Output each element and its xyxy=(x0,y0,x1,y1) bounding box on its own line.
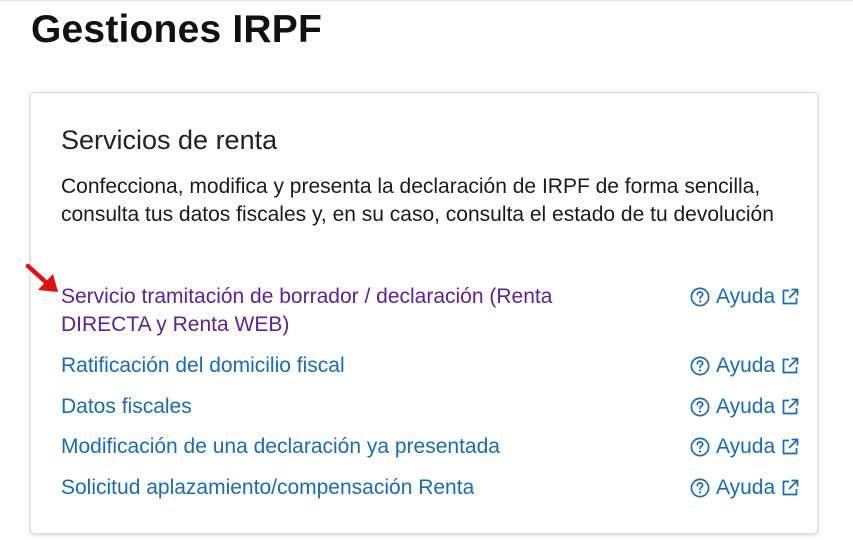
service-link-datos-fiscales[interactable]: Datos fiscales xyxy=(61,393,646,421)
question-circle-icon xyxy=(690,478,710,498)
help-label: Ayuda xyxy=(716,395,776,418)
service-link-modificacion-declaracion[interactable]: Modificación de una declaración ya prese… xyxy=(61,433,646,461)
external-link-icon xyxy=(782,288,799,305)
services-card: Servicios de renta Confecciona, modifica… xyxy=(30,92,818,534)
help-link[interactable]: Ayuda xyxy=(690,433,800,461)
help-link[interactable]: Ayuda xyxy=(690,474,800,502)
card-title: Servicios de renta xyxy=(61,125,278,155)
help-label: Ayuda xyxy=(716,435,776,458)
help-link[interactable]: Ayuda xyxy=(690,352,800,380)
external-link-icon xyxy=(782,357,799,374)
question-circle-icon xyxy=(690,356,710,376)
service-link-borrador-declaracion[interactable]: Servicio tramitación de borrador / decla… xyxy=(61,283,646,339)
external-link-icon xyxy=(782,438,799,455)
help-link[interactable]: Ayuda xyxy=(690,283,800,311)
help-label: Ayuda xyxy=(716,476,776,499)
question-circle-icon xyxy=(690,397,710,417)
page-title: Gestiones IRPF xyxy=(31,8,323,51)
red-arrow-icon xyxy=(25,263,58,292)
service-link-aplazamiento-compensacion[interactable]: Solicitud aplazamiento/compensación Rent… xyxy=(61,474,646,502)
help-label: Ayuda xyxy=(716,285,776,308)
help-link[interactable]: Ayuda xyxy=(690,393,800,421)
question-circle-icon xyxy=(690,437,710,457)
service-link-domicilio-fiscal[interactable]: Ratificación del domicilio fiscal xyxy=(61,352,646,380)
card-description: Confecciona, modifica y presenta la decl… xyxy=(61,175,774,226)
question-circle-icon xyxy=(690,287,710,307)
page-top-border xyxy=(0,0,853,1)
external-link-icon xyxy=(782,479,799,496)
external-link-icon xyxy=(782,398,799,415)
help-label: Ayuda xyxy=(716,354,776,377)
